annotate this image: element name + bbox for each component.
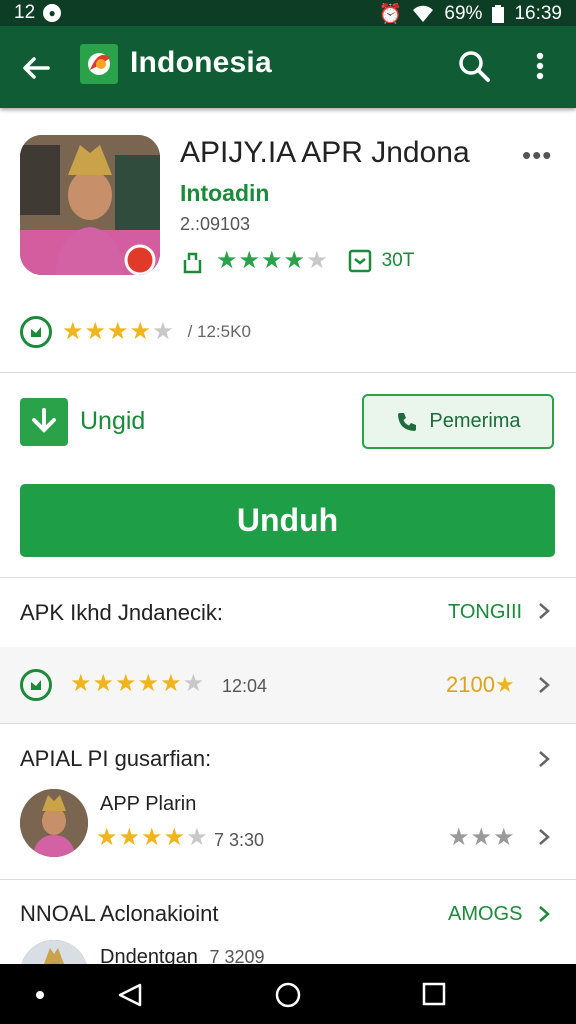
overflow-menu-icon[interactable]: ••• xyxy=(522,140,552,171)
divider xyxy=(0,879,576,880)
play-badge-icon xyxy=(20,316,52,348)
divider xyxy=(0,723,576,724)
section-link[interactable]: AMOGS xyxy=(448,903,522,926)
yellow-stars: ★ ★ ★ ★ ★ xyxy=(62,318,174,345)
battery-percent: 69% xyxy=(444,3,483,24)
status-bar: 12 ● ⏰ 69% 16:39 xyxy=(0,0,576,26)
section-title: APK Ikhd Jndanecik: xyxy=(20,600,224,625)
status-time-left: 12 xyxy=(14,2,36,23)
page-title: Indonesia xyxy=(130,46,272,79)
yellow-stars: ★ ★ ★ ★ ★ ★ xyxy=(70,670,205,697)
app-meta-row: ★ ★ ★ ★ ★ 30T xyxy=(180,248,414,274)
alarm-icon: ⏰ xyxy=(378,4,403,25)
rating-count: 12:04 xyxy=(222,676,268,696)
chevron-right-icon[interactable] xyxy=(534,904,554,924)
chevron-right-icon[interactable] xyxy=(534,601,554,621)
rating-score: 2100★ xyxy=(446,672,515,697)
download-button[interactable]: Unduh xyxy=(20,484,555,557)
rating-count: / 12:5K0 xyxy=(187,322,251,341)
chevron-right-icon[interactable] xyxy=(534,675,554,695)
developer-name[interactable]: Intoadin xyxy=(180,180,269,207)
green-stars: ★ ★ ★ ★ ★ xyxy=(216,247,328,274)
divider xyxy=(0,372,576,373)
nav-back-icon[interactable] xyxy=(116,982,144,1008)
chevron-right-icon[interactable] xyxy=(534,827,554,847)
section-link[interactable]: TONGIII xyxy=(448,601,522,624)
section-title: NNOAL Aclonakioint xyxy=(20,901,219,926)
download-badge-icon xyxy=(20,398,68,446)
yellow-stars: ★ ★ ★ ★ ★ xyxy=(96,824,208,851)
item-avatar xyxy=(20,789,88,857)
gray-stars: ★ ★ ★ xyxy=(448,824,515,851)
status-clock: 16:39 xyxy=(514,3,562,24)
play-badge-icon xyxy=(20,669,52,701)
section-title: APIAL PI gusarfian: xyxy=(20,746,212,771)
back-arrow-icon[interactable] xyxy=(18,50,54,86)
item-title[interactable]: APP Plarin xyxy=(100,793,196,816)
search-icon[interactable] xyxy=(456,48,492,84)
ungid-label[interactable]: Ungid xyxy=(80,407,145,436)
app-name: APIJY.IA APR Jndona xyxy=(180,136,470,169)
app-icon xyxy=(20,135,160,275)
nav-home-icon[interactable] xyxy=(274,981,302,1009)
app-logo-icon xyxy=(80,44,118,84)
rating-summary: ★ ★ ★ ★ ★ / 12:5K0 xyxy=(20,316,251,348)
app-bar: Indonesia xyxy=(0,26,576,108)
chevron-right-icon[interactable] xyxy=(534,749,554,769)
nav-recents-icon[interactable] xyxy=(422,982,446,1006)
app-version: 2.:09103 xyxy=(180,214,251,234)
phone-icon xyxy=(398,412,417,431)
app-size: 30T xyxy=(381,250,415,271)
dot-icon xyxy=(36,991,44,999)
more-vert-icon[interactable] xyxy=(528,48,552,84)
system-nav-bar xyxy=(0,964,576,1024)
notification-icon: ● xyxy=(43,4,62,22)
call-button[interactable]: Pemerima xyxy=(362,394,554,449)
call-button-label: Pemerima xyxy=(429,410,521,432)
battery-icon xyxy=(492,5,505,23)
install-count-icon xyxy=(183,252,202,274)
size-icon xyxy=(348,249,371,273)
item-count: 7 3:30 xyxy=(214,830,265,850)
divider xyxy=(0,577,576,578)
wifi-icon xyxy=(413,5,434,22)
